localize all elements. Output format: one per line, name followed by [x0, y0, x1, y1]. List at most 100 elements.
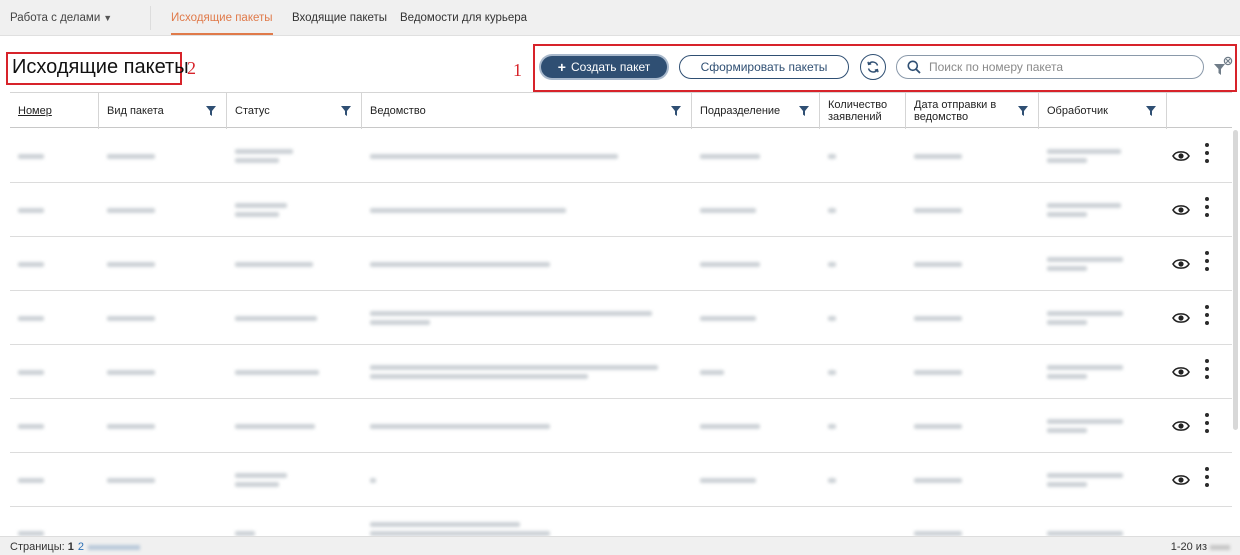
cell-number — [18, 183, 44, 237]
cell-status — [235, 291, 317, 345]
cell-package-type — [107, 129, 155, 183]
filter-icon[interactable] — [671, 106, 681, 116]
pagination: Страницы: 1 2 — [10, 541, 140, 553]
cell-status — [235, 129, 293, 183]
filter-icon[interactable] — [799, 106, 809, 116]
filter-clear-icon — [1214, 56, 1233, 75]
kebab-menu-icon[interactable] — [1202, 305, 1212, 331]
refresh-icon — [867, 61, 879, 73]
search-input[interactable] — [929, 60, 1189, 74]
table-row[interactable] — [10, 129, 1232, 183]
table-row[interactable] — [10, 237, 1232, 291]
tab-courier-lists[interactable]: Ведомости для курьера — [400, 12, 527, 24]
cell-department — [700, 237, 760, 291]
cell-number — [18, 453, 44, 507]
cell-number — [18, 291, 44, 345]
workspace-label: Работа с делами — [10, 12, 101, 24]
cell-send-date — [914, 237, 962, 291]
cell-package-type — [107, 453, 155, 507]
cell-number — [18, 129, 44, 183]
column-header-send-date[interactable]: Дата отправки в ведомство — [906, 93, 1039, 129]
table-row[interactable] — [10, 453, 1232, 507]
column-header-handler[interactable]: Обработчик — [1039, 93, 1167, 129]
nav-divider — [150, 6, 151, 30]
cell-application-count — [828, 129, 836, 183]
cell-agency — [370, 237, 550, 291]
vertical-scrollbar[interactable] — [1233, 130, 1238, 430]
cell-package-type — [107, 345, 155, 399]
page-links-blurred[interactable] — [87, 544, 140, 550]
eye-icon[interactable] — [1172, 149, 1190, 163]
kebab-menu-icon[interactable] — [1202, 143, 1212, 169]
eye-icon[interactable] — [1172, 365, 1190, 379]
filter-icon[interactable] — [341, 106, 351, 116]
chevron-down-icon: ▼ — [103, 13, 113, 23]
cell-agency — [370, 129, 618, 183]
cell-department — [700, 129, 760, 183]
create-package-button[interactable]: + Создать пакет — [541, 56, 667, 78]
cell-number — [18, 399, 44, 453]
cell-send-date — [914, 291, 962, 345]
filter-icon[interactable] — [1018, 106, 1028, 116]
clear-filters-button[interactable] — [1212, 56, 1234, 78]
cell-handler — [1047, 237, 1123, 291]
cell-agency — [370, 345, 658, 399]
eye-icon[interactable] — [1172, 419, 1190, 433]
eye-icon[interactable] — [1172, 473, 1190, 487]
cell-handler — [1047, 129, 1121, 183]
workspace-dropdown[interactable]: Работа с делами ▼ — [10, 12, 112, 24]
kebab-menu-icon[interactable] — [1202, 359, 1212, 385]
cell-package-type — [107, 399, 155, 453]
table-row[interactable] — [10, 345, 1232, 399]
filter-icon[interactable] — [206, 106, 216, 116]
column-header-application-count[interactable]: Количество заявлений — [820, 93, 906, 129]
annotation-number-1: 1 — [513, 60, 522, 80]
cell-agency — [370, 183, 566, 237]
page-link-2[interactable]: 2 — [78, 541, 84, 553]
kebab-menu-icon[interactable] — [1202, 467, 1212, 493]
cell-application-count — [828, 345, 836, 399]
cell-package-type — [107, 183, 155, 237]
column-label: Ведомство — [370, 105, 426, 117]
table-row[interactable] — [10, 291, 1232, 345]
cell-agency — [370, 453, 376, 507]
cell-send-date — [914, 129, 962, 183]
column-header-department[interactable]: Подразделение — [692, 93, 820, 129]
column-label: Номер — [18, 105, 52, 117]
eye-icon[interactable] — [1172, 257, 1190, 271]
cell-application-count — [828, 399, 836, 453]
tab-incoming-packages[interactable]: Входящие пакеты — [292, 12, 387, 24]
table-row[interactable] — [10, 507, 1232, 536]
cell-department — [700, 291, 756, 345]
column-header-number[interactable]: Номер — [10, 93, 99, 129]
cell-department — [700, 345, 724, 399]
column-header-agency[interactable]: Ведомство — [362, 93, 692, 129]
tab-outgoing-packages[interactable]: Исходящие пакеты — [171, 12, 273, 35]
cell-status — [235, 507, 255, 536]
form-packages-button[interactable]: Сформировать пакеты — [679, 55, 849, 79]
cell-status — [235, 399, 315, 453]
cell-department — [700, 399, 760, 453]
pagination-footer: Страницы: 1 2 1-20 из — [0, 536, 1240, 555]
filter-icon[interactable] — [1146, 106, 1156, 116]
table-row[interactable] — [10, 399, 1232, 453]
top-navigation: Работа с делами ▼ Исходящие пакеты Входящ… — [0, 0, 1240, 36]
column-header-package-type[interactable]: Вид пакета — [99, 93, 227, 129]
cell-send-date — [914, 453, 962, 507]
column-label: Подразделение — [700, 105, 781, 117]
eye-icon[interactable] — [1172, 203, 1190, 217]
table-row[interactable] — [10, 183, 1232, 237]
refresh-button[interactable] — [860, 54, 886, 80]
current-page: 1 — [67, 541, 74, 553]
eye-icon[interactable] — [1172, 311, 1190, 325]
search-box — [896, 55, 1204, 79]
total-count-blurred — [1210, 544, 1230, 550]
kebab-menu-icon[interactable] — [1202, 413, 1212, 439]
column-header-status[interactable]: Статус — [227, 93, 362, 129]
kebab-menu-icon[interactable] — [1202, 251, 1212, 277]
column-label: Статус — [235, 105, 270, 117]
plus-icon: + — [557, 59, 566, 75]
kebab-menu-icon[interactable] — [1202, 197, 1212, 223]
cell-handler — [1047, 507, 1123, 536]
cell-send-date — [914, 183, 962, 237]
